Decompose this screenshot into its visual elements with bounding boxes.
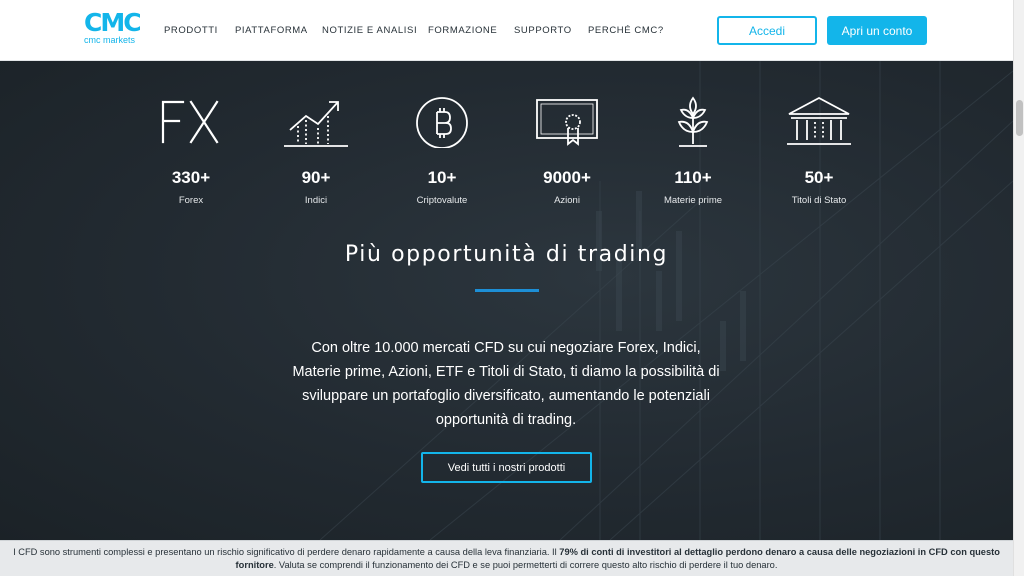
market-count: 90+ — [301, 168, 331, 187]
nav-item-notizie[interactable]: NOTIZIE E ANALISI — [322, 25, 417, 36]
risk-text-intro: I CFD sono strumenti complessi e present… — [13, 547, 560, 557]
risk-warning-bar: I CFD sono strumenti complessi e present… — [0, 540, 1013, 576]
hero-title: Più opportunità di trading — [344, 242, 669, 267]
scrollbar-thumb[interactable] — [1016, 100, 1023, 136]
logo-mark: CMC — [84, 8, 142, 37]
market-label: Azioni — [554, 195, 580, 206]
risk-text-outro: . Valuta se comprendi il funzionamento d… — [273, 560, 778, 570]
nav-item-formazione[interactable]: FORMAZIONE — [428, 25, 497, 36]
market-label: Criptovalute — [416, 195, 468, 206]
nav-item-piattaforma[interactable]: PIATTAFORMA — [235, 25, 308, 36]
market-label: Titoli di Stato — [791, 195, 847, 206]
government-building-icon — [787, 96, 851, 145]
title-divider — [475, 289, 539, 292]
rising-chart-icon — [284, 101, 348, 147]
nav-item-perche-cmc[interactable]: PERCHÉ CMC? — [588, 25, 664, 36]
open-account-button[interactable]: Apri un conto — [827, 16, 927, 45]
certificate-icon — [536, 99, 598, 146]
plant-icon — [677, 96, 709, 147]
nav-item-prodotti[interactable]: PRODOTTI — [164, 25, 218, 36]
market-count: 110+ — [674, 168, 712, 187]
page-scrollbar[interactable] — [1013, 0, 1024, 576]
fx-icon — [161, 100, 219, 144]
view-all-products-button[interactable]: Vedi tutti i nostri prodotti — [421, 452, 592, 483]
market-count: 9000+ — [543, 168, 591, 187]
market-count: 50+ — [804, 168, 834, 187]
markets-hero: 330+ Forex 90+ Indici 10+ Criptovalute 9… — [0, 61, 1013, 540]
market-count: 10+ — [427, 168, 457, 187]
hero-description: Con oltre 10.000 mercati CFD su cui nego… — [292, 340, 720, 428]
nav-item-supporto[interactable]: SUPPORTO — [514, 25, 572, 36]
logo-subtitle: cmc markets — [84, 35, 136, 45]
market-label: Materie prime — [663, 195, 723, 206]
market-label: Indici — [304, 195, 328, 206]
market-count: 330+ — [171, 168, 211, 187]
bitcoin-icon — [416, 97, 468, 148]
login-button[interactable]: Accedi — [717, 16, 817, 45]
cmc-logo[interactable]: CMC cmc markets — [84, 8, 144, 48]
site-header: CMC cmc markets PRODOTTI PIATTAFORMA NOT… — [0, 0, 1013, 61]
market-label: Forex — [178, 195, 204, 206]
